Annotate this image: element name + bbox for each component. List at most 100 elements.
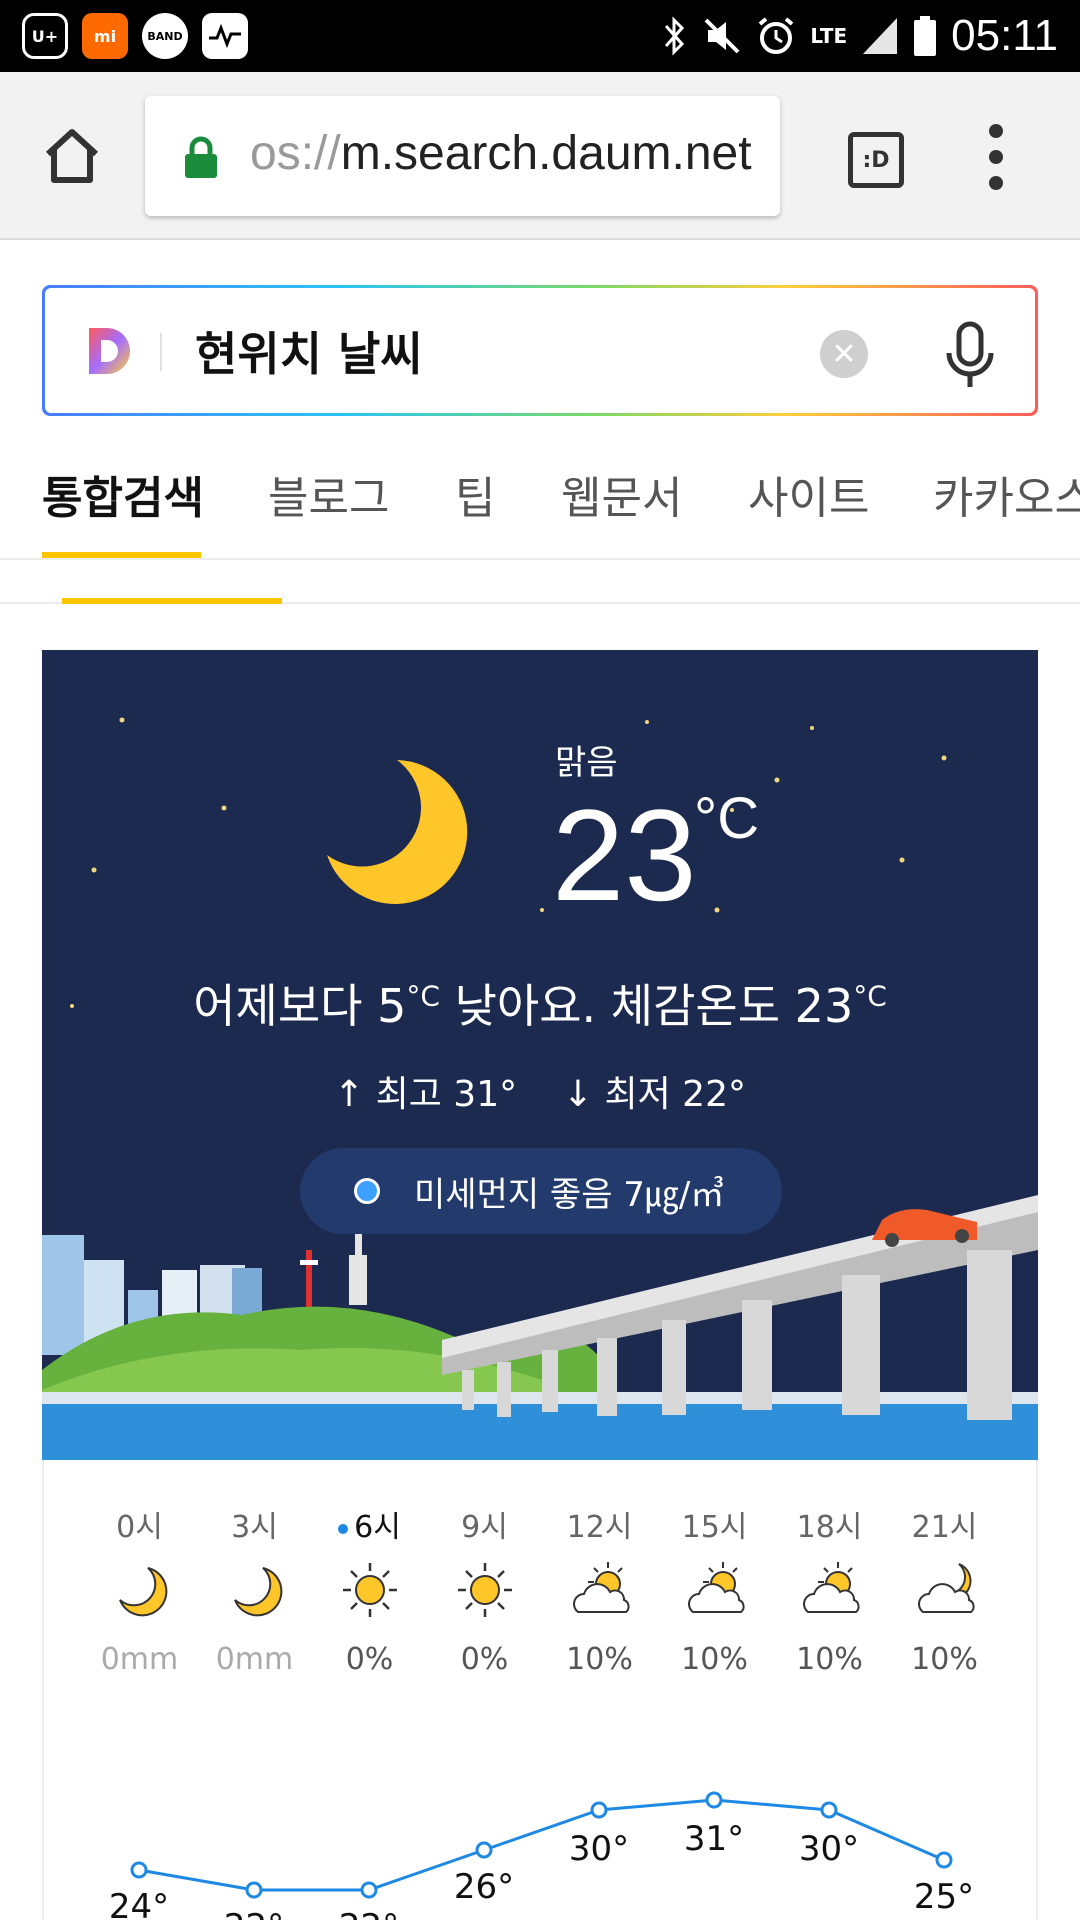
fine-dust-text: 미세먼지 좋음 7㎍/㎥ bbox=[414, 1174, 725, 1215]
min-max-temperature: ↑ 최고 31° ↓ 최저 22° bbox=[42, 1065, 1038, 1117]
more-menu-icon[interactable] bbox=[985, 124, 1007, 192]
precipitation-value: 10% bbox=[796, 1642, 863, 1677]
uplus-label: U+ bbox=[31, 26, 59, 46]
band-label: BAND bbox=[147, 29, 183, 43]
bluetooth-icon bbox=[665, 16, 685, 56]
pulse-app-icon bbox=[202, 13, 248, 59]
browser-toolbar: os://m.search.daum.net :D bbox=[0, 72, 1080, 240]
precipitation-value: 0mm bbox=[215, 1642, 294, 1677]
url-scheme: os:// bbox=[250, 127, 341, 180]
moon-icon bbox=[327, 760, 468, 904]
temperature-label: 22° bbox=[224, 1907, 284, 1920]
max-temperature: ↑ 최고 31° bbox=[334, 1074, 518, 1115]
temperature-unit: °C bbox=[694, 786, 760, 851]
url-bar[interactable]: os://m.search.daum.net bbox=[145, 96, 780, 216]
daum-tab-label: :D bbox=[862, 147, 890, 173]
sub-tab-strip bbox=[0, 562, 1080, 604]
min-temperature: ↓ 최저 22° bbox=[562, 1074, 746, 1115]
status-bar: U+ mi BAND LTE 05:11 bbox=[0, 0, 1080, 72]
lock-icon bbox=[185, 136, 217, 178]
temperature-point bbox=[820, 1801, 838, 1819]
temperature-chart: 24° 22° 22° 26° 30° 31° 30° 25° bbox=[109, 1791, 974, 1920]
hour-label: 0시 bbox=[116, 1510, 163, 1545]
current-temperature: 23 bbox=[552, 782, 697, 928]
hour-label: 21시 bbox=[911, 1510, 978, 1545]
hourly-forecast: 24°22°22°26°30°31°30°25° 0시0mm3시0mm6시0%9… bbox=[42, 1460, 1038, 1920]
hourly-column: 15시 10% bbox=[657, 1460, 772, 1677]
tab-site[interactable]: 사이트 bbox=[748, 462, 869, 526]
temperature-label: 26° bbox=[454, 1867, 514, 1907]
clear-search-button[interactable]: ✕ bbox=[820, 330, 868, 378]
precipitation-value: 10% bbox=[681, 1642, 748, 1677]
mute-icon bbox=[704, 18, 740, 54]
search-divider bbox=[160, 333, 162, 371]
mi-app-icon: mi bbox=[82, 13, 128, 59]
moon-icon bbox=[225, 1560, 285, 1620]
current-hour-dot bbox=[338, 1523, 349, 1534]
search-tabs: 통합검색 블로그 팁 웹문서 사이트 카카오스 bbox=[0, 440, 1080, 560]
hour-label: 18시 bbox=[796, 1510, 863, 1545]
precipitation-value: 0% bbox=[345, 1642, 394, 1677]
battery-icon bbox=[914, 16, 937, 56]
hour-label: 15시 bbox=[681, 1510, 748, 1545]
hour-label: 12시 bbox=[566, 1510, 633, 1545]
url-text: os://m.search.daum.net bbox=[250, 126, 752, 181]
compare-suffix: 낮아요. 체감온도 23 bbox=[439, 979, 854, 1033]
fine-dust-badge[interactable]: 미세먼지 좋음 7㎍/㎥ bbox=[300, 1148, 782, 1234]
mi-label: mi bbox=[93, 26, 117, 46]
url-host: m.search.daum.net bbox=[340, 127, 752, 180]
temperature-point bbox=[705, 1791, 723, 1809]
temperature-label: 30° bbox=[799, 1829, 859, 1869]
daum-logo-icon bbox=[89, 328, 130, 374]
weather-scene-illustration bbox=[42, 717, 1038, 1460]
temperature-point bbox=[360, 1881, 378, 1899]
temperature-point bbox=[935, 1851, 953, 1869]
hourly-column: 12시 10% bbox=[542, 1460, 657, 1677]
alarm-icon bbox=[759, 17, 794, 54]
weather-card[interactable]: 맑음 23 °C 어제보다 5°C 낮아요. 체감온도 23°C ↑ 최고 31… bbox=[42, 650, 1038, 1460]
sun-cloud-icon bbox=[685, 1560, 745, 1620]
hour-label: 6시 bbox=[312, 1502, 427, 1545]
tab-kakaostory[interactable]: 카카오스 bbox=[933, 462, 1080, 526]
hourly-column: 6시 0% bbox=[312, 1460, 427, 1677]
temperature-label: 22° bbox=[339, 1907, 399, 1920]
precipitation-value: 10% bbox=[566, 1642, 633, 1677]
microphone-icon[interactable] bbox=[940, 321, 1000, 391]
search-box: 현위치 날씨 ✕ bbox=[42, 285, 1038, 416]
temperature-point bbox=[475, 1841, 493, 1859]
temperature-label: 31° bbox=[684, 1819, 744, 1859]
tab-blog[interactable]: 블로그 bbox=[268, 462, 389, 526]
precipitation-value: 10% bbox=[911, 1642, 978, 1677]
hourly-column: 3시 0mm bbox=[197, 1460, 312, 1677]
hourly-column: 18시 10% bbox=[772, 1460, 887, 1677]
hourly-column: 9시 0% bbox=[427, 1460, 542, 1677]
hour-label: 9시 bbox=[461, 1510, 508, 1545]
band-app-icon: BAND bbox=[142, 13, 188, 59]
precipitation-value: 0% bbox=[460, 1642, 509, 1677]
compare-unit: °C bbox=[406, 979, 440, 1013]
temperature-point bbox=[130, 1861, 148, 1879]
tab-tip[interactable]: 팁 bbox=[455, 462, 495, 526]
tab-webdoc[interactable]: 웹문서 bbox=[561, 462, 682, 526]
active-tab-indicator bbox=[42, 552, 201, 558]
temperature-label: 24° bbox=[109, 1887, 169, 1920]
sun-icon bbox=[340, 1560, 400, 1620]
uplus-app-icon: U+ bbox=[22, 13, 68, 59]
moon-cloud-icon bbox=[915, 1560, 975, 1620]
home-icon[interactable] bbox=[40, 124, 104, 188]
compare-prefix: 어제보다 5 bbox=[193, 979, 407, 1033]
sun-cloud-icon bbox=[800, 1560, 860, 1620]
weather-condition: 맑음 bbox=[555, 743, 618, 783]
hourly-column: 21시 10% bbox=[887, 1460, 1002, 1677]
feels-like-unit: °C bbox=[853, 979, 887, 1013]
daum-tab-button[interactable]: :D bbox=[848, 132, 904, 188]
search-input[interactable]: 현위치 날씨 bbox=[195, 318, 423, 384]
sun-cloud-icon bbox=[570, 1560, 630, 1620]
temperature-point bbox=[590, 1801, 608, 1819]
hourly-column: 0시 0mm bbox=[82, 1460, 197, 1677]
precipitation-value: 0mm bbox=[100, 1642, 179, 1677]
moon-icon bbox=[110, 1560, 170, 1620]
tab-integrated[interactable]: 통합검색 bbox=[42, 462, 204, 526]
signal-icon bbox=[863, 18, 898, 54]
hour-label: 3시 bbox=[231, 1510, 278, 1545]
